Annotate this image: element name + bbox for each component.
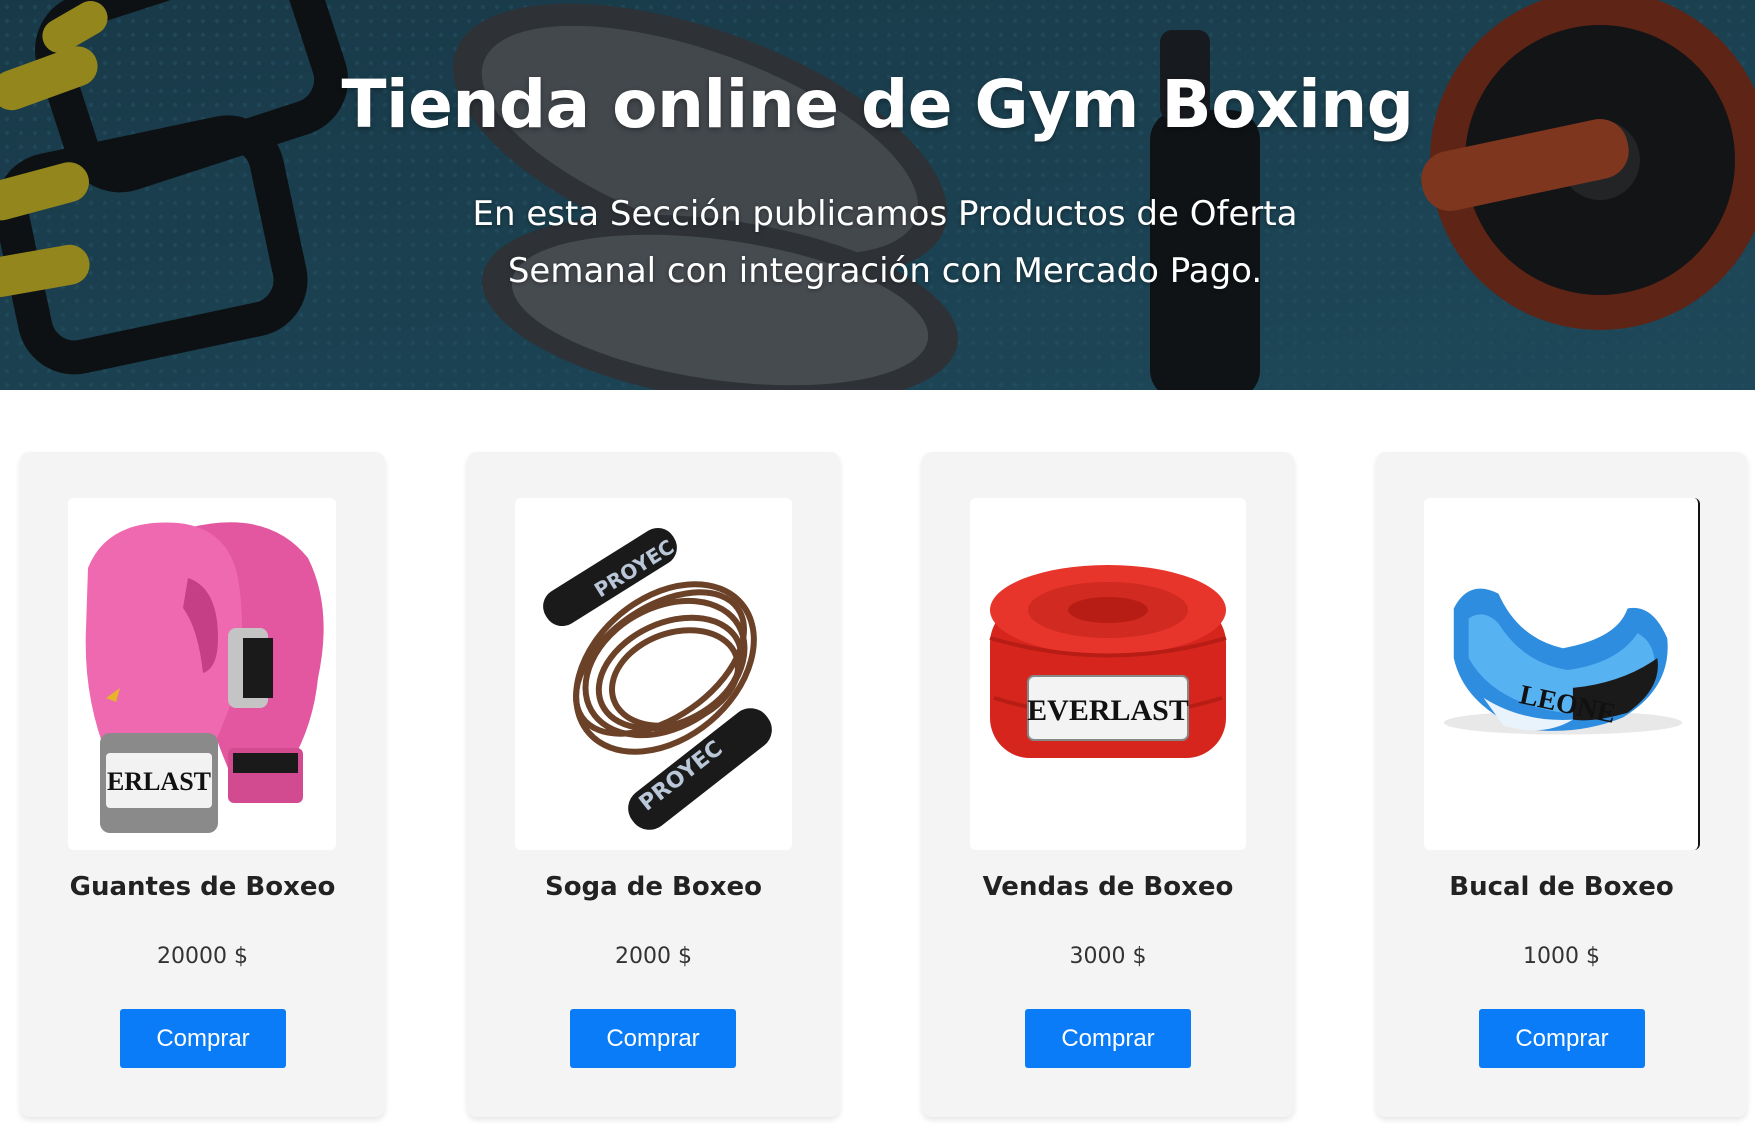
product-image: LEONE	[1424, 498, 1700, 850]
product-price: 3000 $	[1069, 944, 1147, 969]
jump-rope-icon: PROYEC PROYEC	[515, 498, 792, 850]
buy-button[interactable]: Comprar	[1479, 1009, 1645, 1068]
page-subtitle: En esta Sección publicamos Productos de …	[472, 194, 1298, 291]
page-title: Tienda online de Gym Boxing	[341, 66, 1414, 143]
hero-banner: Tienda online de Gym Boxing En esta Secc…	[0, 0, 1755, 390]
buy-button[interactable]: Comprar	[120, 1009, 286, 1068]
product-price: 20000 $	[157, 944, 248, 969]
product-image: ERLAST	[68, 498, 336, 850]
product-card-guantes: ERLAST Guantes de Boxeo 20000 $ Comprar	[20, 452, 385, 1117]
mouthguard-icon: LEONE	[1424, 499, 1698, 849]
product-grid: ERLAST Guantes de Boxeo 20000 $ Comprar	[0, 452, 1755, 1117]
buy-button[interactable]: Comprar	[1025, 1009, 1191, 1068]
buy-button[interactable]: Comprar	[570, 1009, 736, 1068]
product-image: PROYEC PROYEC	[515, 498, 792, 850]
product-name: Soga de Boxeo	[544, 872, 763, 902]
product-price: 2000 $	[615, 944, 692, 969]
boxing-gloves-icon: ERLAST	[68, 498, 336, 850]
product-name: Vendas de Boxeo	[982, 872, 1234, 902]
product-name: Bucal de Boxeo	[1449, 872, 1674, 902]
product-name: Guantes de Boxeo	[69, 872, 336, 902]
svg-text:EVERLAST: EVERLAST	[1027, 694, 1189, 727]
hand-wraps-icon: EVERLAST	[970, 498, 1246, 850]
product-image: EVERLAST	[970, 498, 1246, 850]
product-price: 1000 $	[1523, 944, 1600, 969]
product-card-soga: PROYEC PROYEC Soga de Boxeo 2000 $ Compr…	[467, 452, 840, 1117]
svg-text:ERLAST: ERLAST	[107, 767, 211, 796]
product-card-bucal: LEONE Bucal de Boxeo 1000 $ Comprar	[1376, 452, 1747, 1117]
product-card-vendas: EVERLAST Vendas de Boxeo 3000 $ Comprar	[922, 452, 1294, 1117]
